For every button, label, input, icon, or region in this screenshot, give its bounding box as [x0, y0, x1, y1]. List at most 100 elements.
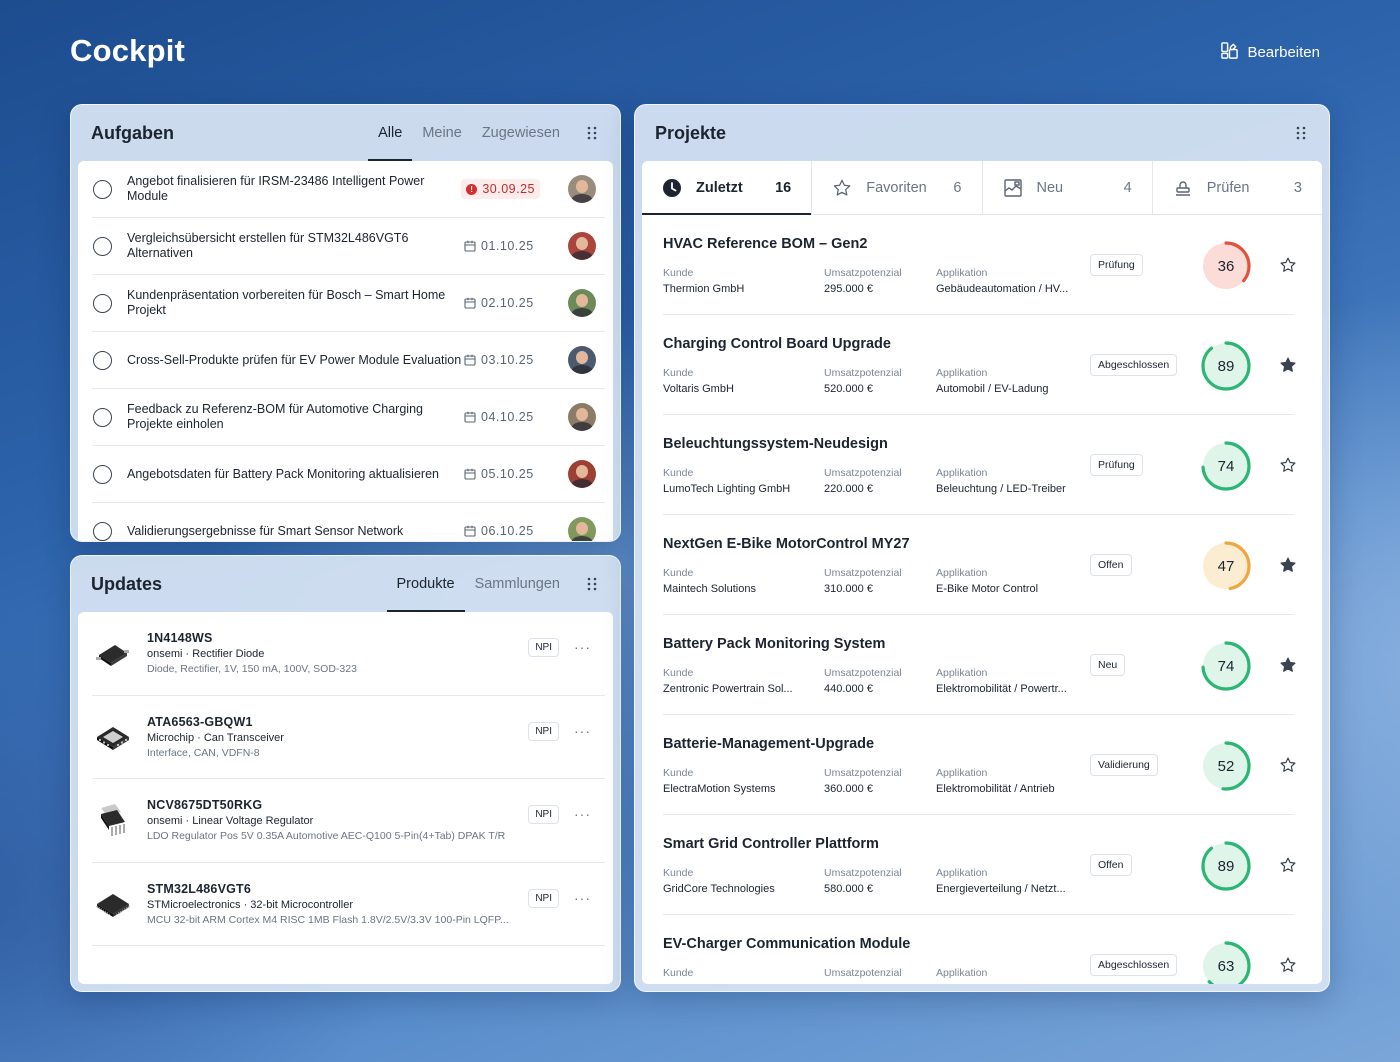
edit-button[interactable]: Bearbeiten: [1220, 41, 1320, 64]
projects-panel-header: Projekte: [635, 105, 1329, 161]
star-outline-icon[interactable]: [1279, 756, 1297, 774]
task-text: Angebotsdaten für Battery Pack Monitorin…: [127, 466, 439, 481]
avatar[interactable]: [568, 403, 596, 431]
star-outline-icon[interactable]: [1279, 956, 1297, 974]
project-revenue-label: Umsatzpotenzial: [824, 567, 902, 579]
task-text: Feedback zu Referenz-BOM für Automotive …: [127, 402, 423, 431]
project-customer-value: Maintech Solutions: [663, 583, 756, 595]
task-checkbox[interactable]: [93, 521, 112, 541]
task-text: Cross-Sell-Produkte prüfen für EV Power …: [127, 352, 462, 367]
product-row[interactable]: NCV8675DT50RKG onsemi · Linear Voltage Re…: [92, 779, 605, 863]
project-application-label: Applikation: [936, 967, 988, 979]
project-application-label: Applikation: [936, 667, 988, 679]
status-badge: Abgeschlossen: [1090, 354, 1178, 376]
star-filled-icon[interactable]: [1279, 656, 1297, 674]
avatar[interactable]: [568, 346, 596, 374]
tab-alle[interactable]: Alle: [368, 105, 413, 161]
project-name[interactable]: HVAC Reference BOM – Gen2: [663, 236, 867, 252]
project-name[interactable]: Batterie-Management-Upgrade: [663, 736, 874, 752]
task-due-date-overdue: ! 30.09.25: [461, 179, 540, 199]
calendar-icon: [464, 354, 476, 366]
star-outline-icon[interactable]: [1279, 256, 1297, 274]
project-row[interactable]: Batterie-Management-Upgrade Kunde ElectraM…: [663, 715, 1297, 815]
calendar-icon: [464, 297, 476, 309]
project-revenue-field: Umsatzpotenzial 220.000 €: [824, 467, 924, 495]
project-revenue-label: Umsatzpotenzial: [824, 267, 902, 279]
project-name[interactable]: Smart Grid Controller Plattform: [663, 836, 879, 852]
project-row[interactable]: Charging Control Board Upgrade Kunde Volta…: [663, 315, 1297, 415]
project-application-value: Elektromobilität / Powertr...: [936, 683, 1067, 695]
project-row[interactable]: HVAC Reference BOM – Gen2 Kunde Thermion G…: [663, 215, 1297, 315]
avatar[interactable]: [568, 460, 596, 488]
task-checkbox[interactable]: [93, 407, 112, 427]
project-customer-label: Kunde: [663, 267, 694, 279]
status-badge: Offen: [1090, 854, 1132, 876]
more-options-icon[interactable]: ···: [574, 890, 591, 906]
task-checkbox[interactable]: [93, 464, 112, 484]
tab-favoriten[interactable]: Favoriten 6: [812, 161, 983, 214]
project-row[interactable]: NextGen E-Bike MotorControl MY27 Kunde Mai…: [663, 515, 1297, 615]
projects-panel: Projekte Zuletzt 16 Favoriten 6 Neu 4 Prüfen 3 …: [634, 104, 1330, 992]
project-name[interactable]: Beleuchtungssystem-Neudesign: [663, 436, 888, 452]
project-revenue-label: Umsatzpotenzial: [824, 867, 902, 879]
tab-zuletzt[interactable]: Zuletzt 16: [642, 161, 813, 215]
star-filled-icon[interactable]: [1279, 356, 1297, 374]
project-revenue-value: 220.000 €: [824, 483, 873, 495]
tab-prfen[interactable]: Prüfen 3: [1153, 161, 1322, 214]
score-value: 52: [1217, 757, 1235, 775]
star-filled-icon[interactable]: [1279, 556, 1297, 574]
tab-neu[interactable]: Neu 4: [983, 161, 1153, 214]
project-revenue-value: 520.000 €: [824, 383, 873, 395]
product-list: 1N4148WS onsemi · Rectifier Diode Diode, R…: [78, 612, 613, 984]
product-description: Diode, Rectifier, 1V, 150 mA, 100V, SOD-…: [147, 663, 357, 676]
tab-meine[interactable]: Meine: [412, 105, 472, 161]
project-application-label: Applikation: [936, 467, 988, 479]
project-row[interactable]: EV-Charger Communication Module Kunde Umsa…: [663, 915, 1297, 984]
avatar[interactable]: [568, 175, 596, 203]
more-options-icon[interactable]: ···: [574, 806, 591, 822]
project-customer-label: Kunde: [663, 967, 694, 979]
task-date-text: 02.10.25: [481, 296, 534, 310]
project-application-field: Applikation Automobil / EV-Ladung: [936, 367, 1076, 395]
projects-more-icon[interactable]: [1293, 126, 1309, 140]
project-customer-value: GridCore Technologies: [663, 883, 775, 895]
project-name[interactable]: NextGen E-Bike MotorControl MY27: [663, 536, 910, 552]
task-checkbox[interactable]: [93, 236, 112, 256]
product-row[interactable]: 1N4148WS onsemi · Rectifier Diode Diode, R…: [92, 612, 605, 696]
project-revenue-field: Umsatzpotenzial 520.000 €: [824, 367, 924, 395]
project-revenue-field: Umsatzpotenzial: [824, 967, 924, 979]
updates-panel-header: Updates Produkte Sammlungen: [71, 556, 620, 612]
task-checkbox[interactable]: [93, 293, 112, 313]
more-options-icon[interactable]: ···: [574, 639, 591, 655]
product-row[interactable]: ATA6563-GBQW1 Microchip · Can Transceiver…: [92, 696, 605, 779]
avatar[interactable]: [568, 517, 596, 541]
star-outline-icon[interactable]: [1279, 456, 1297, 474]
tab-zugewiesen[interactable]: Zugewiesen: [472, 105, 570, 161]
task-row: Cross-Sell-Produkte prüfen für EV Power …: [92, 332, 605, 389]
avatar[interactable]: [568, 289, 596, 317]
more-options-icon[interactable]: ···: [574, 723, 591, 739]
project-revenue-label: Umsatzpotenzial: [824, 667, 902, 679]
avatar[interactable]: [568, 232, 596, 260]
status-badge: Prüfung: [1090, 454, 1143, 476]
star-outline-icon[interactable]: [1279, 856, 1297, 874]
task-checkbox[interactable]: [93, 350, 112, 370]
product-manufacturer: onsemi · Linear Voltage Regulator: [147, 815, 314, 828]
project-row[interactable]: Battery Pack Monitoring System Kunde Zentr…: [663, 615, 1297, 715]
project-revenue-label: Umsatzpotenzial: [824, 767, 902, 779]
tab-produkte[interactable]: Produkte: [386, 556, 465, 612]
star-outline-icon: [832, 178, 852, 198]
updates-tabs: Produkte Sammlungen: [386, 556, 570, 612]
project-name[interactable]: Battery Pack Monitoring System: [663, 636, 885, 652]
project-application-field: Applikation: [936, 967, 1076, 979]
project-row[interactable]: Beleuchtungssystem-Neudesign Kunde LumoTec…: [663, 415, 1297, 515]
task-checkbox[interactable]: [93, 179, 112, 199]
project-row[interactable]: Smart Grid Controller Plattform Kunde Grid…: [663, 815, 1297, 915]
updates-more-icon[interactable]: [584, 577, 600, 591]
product-row[interactable]: STM32L486VGT6 STMicroelectronics · 32-bit…: [92, 863, 605, 946]
tasks-more-icon[interactable]: [584, 126, 600, 140]
project-name[interactable]: EV-Charger Communication Module: [663, 936, 910, 952]
task-due-date: 04.10.25: [464, 410, 554, 424]
project-name[interactable]: Charging Control Board Upgrade: [663, 336, 891, 352]
tab-sammlungen[interactable]: Sammlungen: [465, 556, 570, 612]
